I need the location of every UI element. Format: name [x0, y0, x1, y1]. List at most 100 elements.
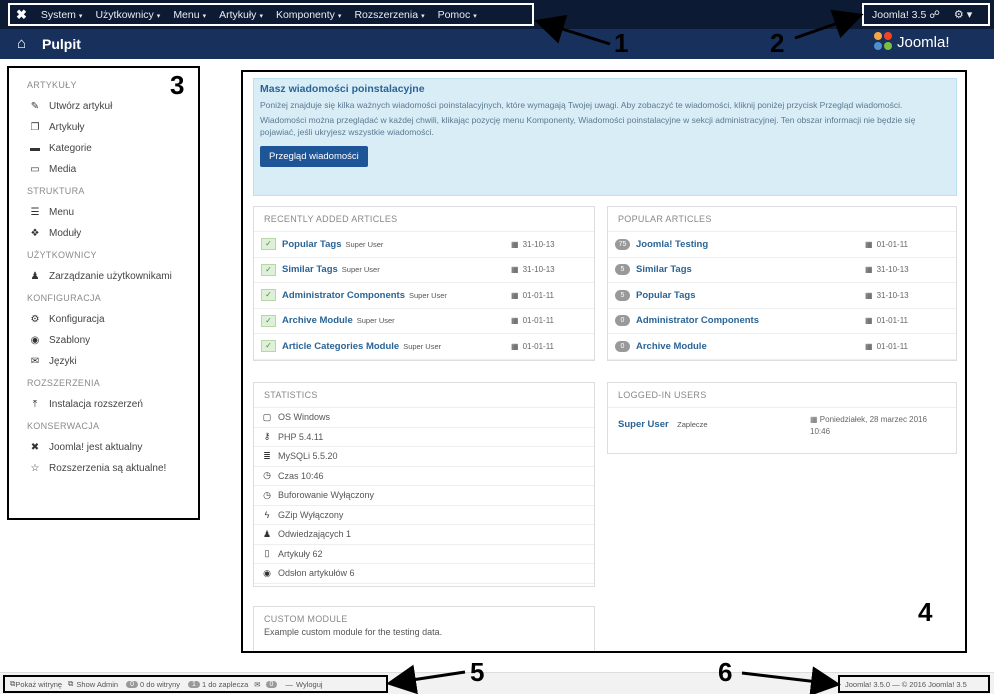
- sidebar-section-title: STRUKTURA: [27, 186, 85, 196]
- menu-label: Menu: [173, 8, 200, 21]
- pencil-icon: ✎: [30, 101, 40, 112]
- article-link[interactable]: Similar Tags: [282, 264, 338, 275]
- sidebar-item[interactable]: ☆ Rozszerzenia są aktualne!: [9, 458, 198, 479]
- article-date: 31-10-13: [522, 265, 555, 275]
- menu-menu[interactable]: Menu ▾: [173, 9, 206, 21]
- article-link[interactable]: Administrator Components: [282, 290, 405, 301]
- published-check-icon[interactable]: ✓: [261, 289, 276, 302]
- statistic-label: MySQLi 5.5.20: [278, 451, 338, 462]
- article-link[interactable]: Archive Module: [636, 341, 707, 352]
- article-date-cell: ▦ 31-10-13: [865, 291, 909, 300]
- article-link[interactable]: Archive Module: [282, 315, 353, 326]
- joomla-icon: ✖: [30, 442, 40, 453]
- statistic-label: PHP 5.4.11: [278, 431, 324, 442]
- sidebar-item-label: Konfiguracja: [49, 314, 105, 325]
- gear-icon[interactable]: ⚙ ▾: [954, 8, 972, 21]
- review-messages-button[interactable]: Przegląd wiadomości: [260, 146, 368, 167]
- sidebar-item[interactable]: ⚙ Konfiguracja: [9, 309, 198, 330]
- article-link[interactable]: Joomla! Testing: [636, 239, 708, 250]
- sidebar-item-label: Joomla! jest aktualny: [49, 442, 143, 453]
- calendar-icon: ▦: [511, 290, 519, 300]
- article-link[interactable]: Administrator Components: [636, 315, 759, 326]
- sidebar-item[interactable]: ✖ Joomla! jest aktualny: [9, 437, 198, 458]
- upload-icon: ⤒: [32, 399, 38, 410]
- sidebar-item[interactable]: ⤒ Instalacja rozszerzeń: [9, 394, 198, 415]
- joomla-icon[interactable]: ✖: [16, 7, 27, 23]
- article-link[interactable]: Popular Tags: [282, 239, 341, 250]
- sidebar-item-label: Moduły: [49, 228, 82, 239]
- statistic-row: ◷ Buforowanie Wyłączony: [254, 486, 594, 506]
- site-visitors-label: 0 do witryny: [140, 679, 181, 689]
- article-date: 01-01-11: [876, 341, 908, 351]
- caret-down-icon: ▾: [421, 12, 425, 20]
- statistic-label: Odsłon artykułów 6: [278, 568, 355, 579]
- recent-article-row: ✓ Popular Tags Super User ▦ 31-10-13: [254, 232, 594, 258]
- published-check-icon[interactable]: ✓: [261, 314, 276, 327]
- show-admin-link[interactable]: Show Admin: [76, 680, 118, 689]
- main-menu: ✖ System ▾ Użytkownicy ▾ Menu ▾ Artykuły ▾ Kompo…: [8, 3, 534, 26]
- notice-title: Masz wiadomości poinstalacyjne: [260, 83, 425, 95]
- menu-użytkownicy[interactable]: Użytkownicy ▾: [95, 9, 160, 21]
- menu-system[interactable]: System ▾: [41, 9, 83, 21]
- mail-icon[interactable]: ✉: [254, 680, 260, 689]
- preview-site-link[interactable]: Pokaż witrynę: [15, 680, 62, 689]
- sidebar-item-label: Kategorie: [49, 143, 92, 154]
- sidebar-item[interactable]: ▭ Media: [9, 159, 198, 180]
- sidebar-item[interactable]: ▬ Kategorie: [9, 138, 198, 159]
- custom-module-text: Example custom module for the testing da…: [264, 627, 443, 637]
- logout-link[interactable]: Wyloguj: [296, 680, 323, 689]
- menu-label: Pomoc: [437, 8, 471, 21]
- article-date-cell: ▦ 01-01-11: [865, 316, 908, 325]
- sidebar-item[interactable]: ✉ Języki: [9, 351, 198, 372]
- caret-down-icon: ▾: [259, 12, 263, 20]
- article-date-cell: ▦ 01-01-11: [865, 342, 908, 351]
- article-link[interactable]: Similar Tags: [636, 264, 692, 275]
- popular-article-row: 5 Similar Tags ▦ 31-10-13: [608, 258, 956, 283]
- article-date: 01-01-11: [522, 341, 554, 351]
- file-icon: ▯: [264, 548, 270, 559]
- users-icon: ♟: [30, 271, 40, 282]
- logged-user-link[interactable]: Super User: [618, 419, 669, 430]
- menu-rozszerzenia[interactable]: Rozszerzenia ▾: [354, 9, 424, 21]
- calendar-icon: ▦: [865, 290, 873, 300]
- statistic-label: Artykuły 62: [278, 548, 323, 559]
- sidebar-item-label: Rozszerzenia są aktualne!: [49, 463, 167, 474]
- article-date-cell: ▦ 01-01-11: [511, 291, 554, 300]
- popular-article-row: 0 Administrator Components ▦ 01-01-11: [608, 309, 956, 334]
- statistic-row: ◷ Czas 10:46: [254, 467, 594, 486]
- sidebar-section-title: UŻYTKOWNICY: [27, 250, 97, 260]
- lightning-icon: ϟ: [264, 509, 270, 520]
- article-link[interactable]: Popular Tags: [636, 290, 695, 301]
- article-date: 01-01-11: [522, 290, 554, 300]
- hits-badge: 75: [615, 238, 630, 250]
- sidebar-item[interactable]: ◉ Szablony: [9, 330, 198, 351]
- callout-4: 4: [918, 597, 933, 627]
- sidebar-item[interactable]: ♟ Zarządzanie użytkownikami: [9, 266, 198, 287]
- home-icon: ⌂: [17, 35, 27, 52]
- caret-down-icon: ▾: [202, 12, 207, 20]
- menu-pomoc[interactable]: Pomoc ▾: [438, 9, 477, 21]
- main-content: Masz wiadomości poinstalacyjne Poniżej z…: [241, 70, 967, 653]
- sidebar-item[interactable]: ❖ Moduły: [9, 223, 198, 244]
- clock-icon: ◷: [263, 489, 271, 500]
- article-link[interactable]: Article Categories Module: [282, 341, 399, 352]
- menu-artykuły[interactable]: Artykuły ▾: [219, 9, 263, 21]
- published-check-icon[interactable]: ✓: [261, 263, 276, 276]
- sidebar-section-title: ROZSZERZENIA: [27, 378, 101, 388]
- version-link[interactable]: Joomla! 3.5 ☍: [872, 9, 940, 21]
- sidebar-item[interactable]: ❐ Artykuły: [9, 117, 198, 138]
- footer-status-bar: ⧉ Pokaż witrynę ⧉ Show Admin 0 0 do witr…: [3, 675, 388, 693]
- caret-down-icon: ▾: [156, 12, 161, 20]
- external-link-icon: ⧉: [68, 679, 74, 688]
- sidebar-item[interactable]: ☰ Menu: [9, 202, 198, 223]
- article-author: Super User: [356, 316, 395, 326]
- menu-label: System: [40, 8, 76, 21]
- menu-komponenty[interactable]: Komponenty ▾: [276, 9, 341, 21]
- calendar-icon: ▦: [865, 316, 873, 326]
- cube-icon: ❖: [30, 228, 40, 239]
- statistic-label: Odwiedzających 1: [278, 529, 352, 540]
- published-check-icon[interactable]: ✓: [261, 238, 276, 251]
- hits-badge: 5: [615, 264, 630, 276]
- published-check-icon[interactable]: ✓: [261, 340, 276, 353]
- hits-badge: 0: [615, 315, 630, 327]
